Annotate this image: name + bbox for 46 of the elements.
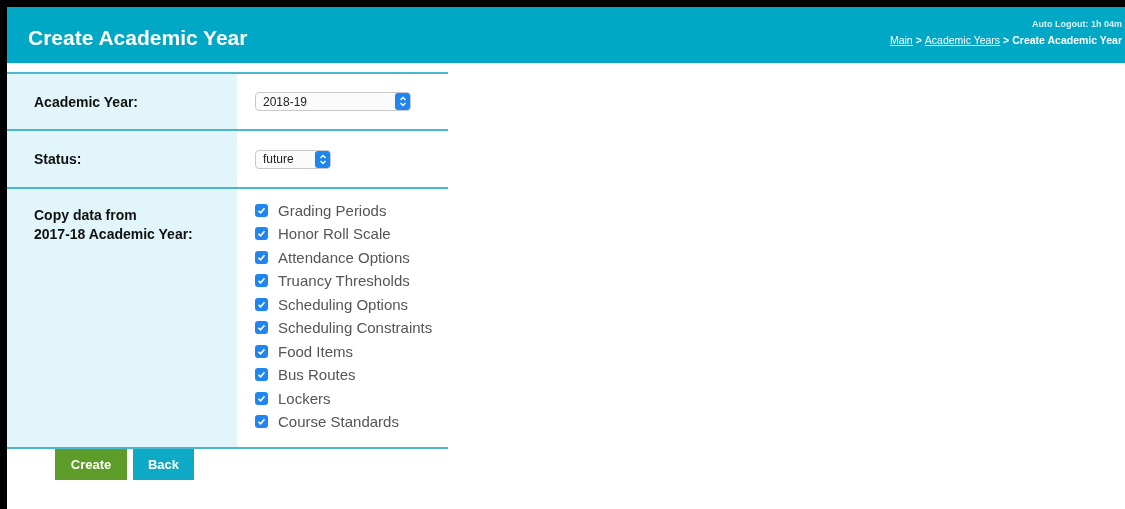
checkbox[interactable] <box>255 344 268 358</box>
checkbox-label: Truancy Thresholds <box>278 272 410 289</box>
dropdown-arrows-icon <box>315 150 330 168</box>
back-button[interactable]: Back <box>133 449 194 480</box>
field-label: Academic Year: <box>34 93 139 110</box>
breadcrumb-separator: > <box>915 33 922 46</box>
check-icon <box>257 346 266 356</box>
field-label: Copy data from 2017-18 Academic Year: <box>34 206 193 244</box>
checkbox-label: Scheduling Options <box>278 295 409 313</box>
check-icon <box>257 252 266 262</box>
checkbox-label: Grading Periods <box>278 201 387 219</box>
checkbox[interactable] <box>255 391 268 405</box>
checkbox-label: Course Standards <box>278 413 399 430</box>
checkbox-label: Attendance Options <box>278 248 410 266</box>
breadcrumb-link[interactable]: Academic Years <box>924 33 1001 46</box>
check-icon <box>257 205 266 215</box>
status-select[interactable]: future <box>255 149 331 169</box>
checkbox[interactable] <box>255 203 268 217</box>
breadcrumb-separator: > <box>1003 33 1010 46</box>
dropdown-arrows-icon <box>395 93 410 110</box>
checkbox[interactable] <box>255 274 268 287</box>
academic-year-select[interactable]: 2018-19 <box>255 92 411 111</box>
checkbox-label: Lockers <box>278 389 331 407</box>
page-title: Create Academic Year <box>28 26 248 50</box>
checkbox-label: Honor Roll Scale <box>278 225 391 242</box>
check-icon <box>257 393 266 403</box>
check-icon <box>257 417 266 426</box>
checkbox[interactable] <box>255 415 268 428</box>
check-icon <box>257 276 266 285</box>
checkbox-label: Food Items <box>278 342 354 360</box>
field-label: Status: <box>34 151 82 167</box>
check-icon <box>257 299 266 309</box>
check-icon <box>257 323 266 332</box>
checkbox[interactable] <box>255 297 268 311</box>
checkbox-label: Scheduling Constraints <box>278 319 433 336</box>
check-icon <box>257 229 266 238</box>
checkbox[interactable] <box>255 368 268 381</box>
checkbox[interactable] <box>255 250 268 264</box>
checkbox-label: Bus Routes <box>278 366 356 383</box>
checkbox[interactable] <box>255 227 268 240</box>
auto-logout-timer: Auto Logout: 1h 04m <box>1032 18 1122 29</box>
breadcrumb-link[interactable]: Main <box>889 33 913 46</box>
checkbox[interactable] <box>255 321 268 334</box>
create-button[interactable]: Create <box>55 449 127 480</box>
check-icon <box>257 370 266 379</box>
breadcrumb-current: Create Academic Year <box>1012 33 1122 46</box>
